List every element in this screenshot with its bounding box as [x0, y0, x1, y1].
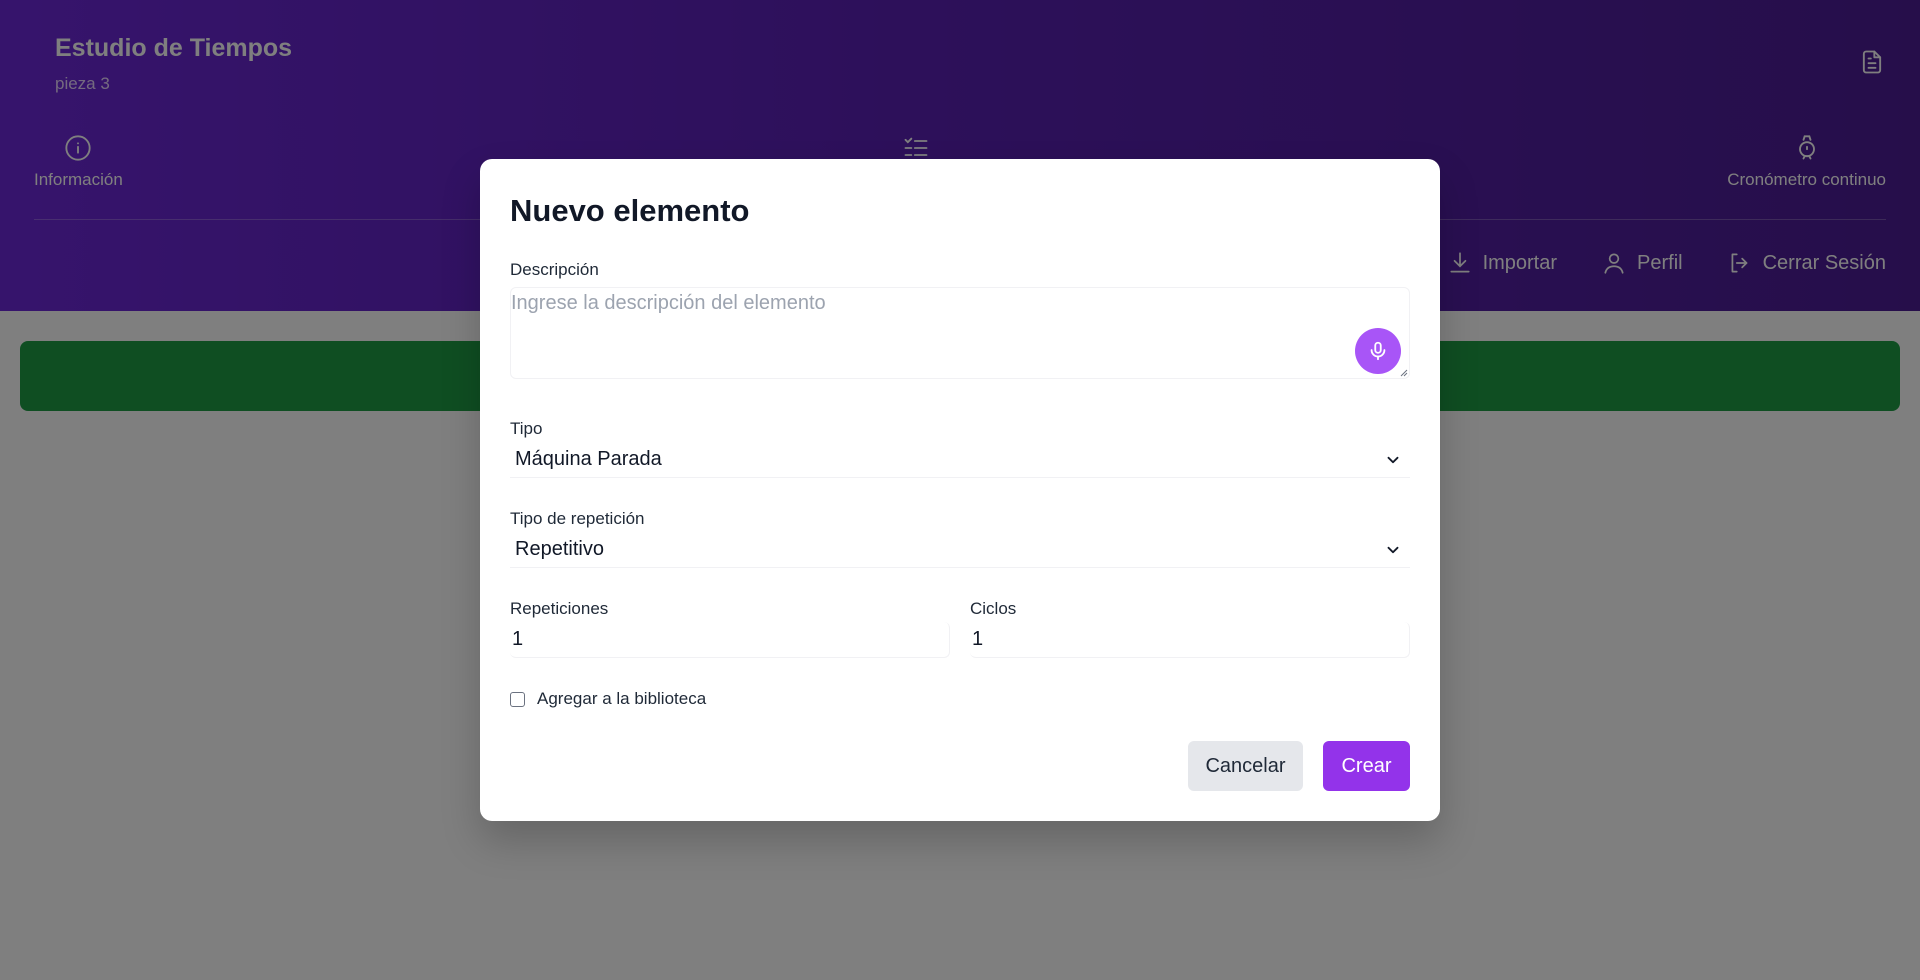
description-label: Descripción	[510, 260, 599, 279]
new-element-dialog: Nuevo elemento Descripción Ingrese la de…	[480, 159, 1440, 821]
ciclos-input[interactable]: 1	[970, 622, 1410, 658]
ciclos-value: 1	[972, 628, 984, 650]
tipo-repeticion-label: Tipo de repetición	[510, 509, 645, 528]
biblioteca-label: Agregar a la biblioteca	[537, 689, 707, 708]
microphone-button[interactable]	[1355, 328, 1401, 374]
tipo-repeticion-select[interactable]: Repetitivo	[510, 532, 1410, 568]
chevron-down-icon	[1387, 456, 1399, 464]
cancel-button[interactable]: Cancelar	[1188, 741, 1303, 791]
repeticiones-value: 1	[512, 628, 524, 650]
ciclos-label: Ciclos	[970, 599, 1017, 618]
description-textarea[interactable]: Ingrese la descripción del elemento	[510, 287, 1410, 379]
tipo-select[interactable]: Máquina Parada	[510, 442, 1410, 478]
biblioteca-checkbox[interactable]	[510, 691, 525, 707]
tipo-label: Tipo	[510, 419, 543, 438]
repeticiones-input[interactable]: 1	[510, 622, 950, 658]
description-placeholder: Ingrese la descripción del elemento	[511, 292, 826, 314]
resize-handle-icon[interactable]	[1398, 367, 1408, 377]
create-button[interactable]: Crear	[1323, 741, 1410, 791]
dialog-title: Nuevo elemento	[510, 193, 750, 228]
repeticiones-label: Repeticiones	[510, 599, 609, 618]
chevron-down-icon	[1387, 546, 1399, 554]
tipo-selected-value: Máquina Parada	[515, 448, 662, 470]
tipo-repeticion-selected-value: Repetitivo	[515, 538, 604, 560]
biblioteca-checkbox-row[interactable]: Agregar a la biblioteca	[510, 689, 706, 709]
microphone-icon	[1370, 341, 1386, 361]
